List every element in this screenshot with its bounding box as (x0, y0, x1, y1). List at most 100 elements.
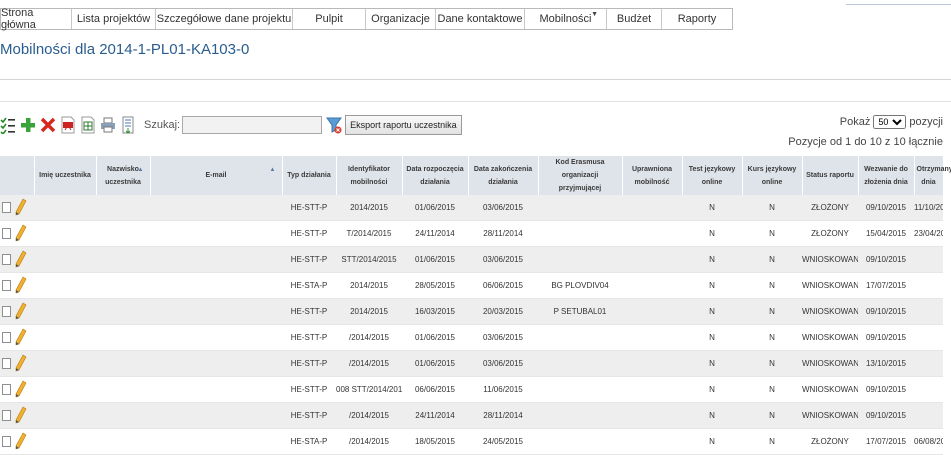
excel-export-icon[interactable] (80, 116, 96, 134)
cell-end: 20/03/2015 (468, 298, 538, 325)
cell-received (914, 298, 943, 325)
row-checkbox[interactable] (2, 254, 11, 265)
nav-budget[interactable]: Budżet (607, 9, 662, 29)
table-row[interactable]: HE-STT-P 2014/2015 01/06/2015 03/06/2015 N N Z… (0, 195, 943, 221)
table-row[interactable]: HE-STT-P 008 STT/2014/2015 06/06/2015 11/06… (0, 376, 943, 403)
cell-first-name-redacted (34, 272, 96, 299)
cell-last-name-redacted (96, 376, 150, 403)
column-header-activity-type[interactable]: Typ działania (282, 156, 337, 195)
nav-dashboard[interactable]: Pulpit (293, 9, 366, 29)
cell-code (538, 195, 622, 221)
cell-course: N (742, 246, 802, 273)
cell-email-redacted (150, 220, 282, 247)
row-actions (0, 272, 34, 299)
pencil-icon[interactable] (15, 432, 27, 452)
row-checkbox[interactable] (2, 410, 11, 421)
cell-code (538, 220, 622, 247)
pencil-icon[interactable] (15, 198, 27, 218)
cell-start: 06/06/2015 (402, 376, 468, 403)
row-checkbox[interactable] (2, 280, 11, 291)
pencil-icon[interactable] (15, 276, 27, 296)
row-actions (0, 195, 34, 221)
column-header-first-name[interactable]: Imię uczestnika (34, 156, 97, 195)
nav-organizations[interactable]: Organizacje (366, 9, 436, 29)
nav-mobilities[interactable]: Mobilności ▼ (525, 9, 607, 29)
cell-start: 16/03/2015 (402, 298, 468, 325)
column-header-actions (0, 156, 35, 195)
column-header-start-date[interactable]: Data rozpoczęcia działania (402, 156, 469, 195)
table-row[interactable]: HE-STT-P/2014/2015 01/06/2015 03/06/2015 N N… (0, 324, 943, 351)
row-checkbox[interactable] (2, 358, 11, 369)
row-actions-group (0, 432, 34, 452)
pencil-icon[interactable] (15, 328, 27, 348)
cell-called: 09/10/2015 (858, 195, 914, 221)
column-header-received-date[interactable]: Otrzymany dnia (914, 156, 951, 195)
row-checkbox[interactable] (2, 306, 11, 317)
nav-contacts[interactable]: Dane kontaktowe (436, 9, 525, 29)
nav-project-list[interactable]: Lista projektów (72, 9, 156, 29)
cell-first-name-redacted (34, 195, 96, 221)
cell-eligible (622, 402, 682, 429)
cell-code (538, 324, 622, 351)
cell-status: WNIOSKOWANY (802, 376, 858, 403)
add-icon[interactable] (20, 116, 36, 134)
table-row[interactable]: HE-STT-P STT/2014/2015 01/06/2015 03/06/201… (0, 246, 943, 273)
nav-reports[interactable]: Raporty (662, 9, 732, 29)
column-chooser-icon[interactable] (0, 116, 16, 136)
column-header-end-date[interactable]: Data zakończenia działania (468, 156, 539, 195)
row-actions (0, 246, 34, 273)
cell-email-redacted (150, 350, 282, 377)
row-actions-group (0, 198, 34, 218)
pencil-icon[interactable] (15, 380, 27, 400)
column-header-called-date[interactable]: Wezwanie do złożenia dnia (858, 156, 915, 195)
cell-id: 2014/2015 (336, 272, 402, 299)
table-row[interactable]: HE-STA-P 2014/2015 28/05/2015 06/06/2015 BG … (0, 272, 943, 299)
cell-start: 01/06/2015 (402, 195, 468, 221)
column-header-last-name[interactable]: Nazwisko uczestnika ▲ (96, 156, 151, 195)
delete-icon[interactable] (40, 116, 56, 134)
page-size-select[interactable]: 50 (873, 115, 907, 129)
pencil-icon[interactable] (15, 224, 27, 244)
row-actions (0, 376, 34, 403)
paging-summary: Pozycje od 1 do 10 z 10 łącznie (788, 136, 943, 148)
table-row[interactable]: HE-STT-P/2014/2015 24/11/2014 28/11/2014 N N… (0, 402, 943, 429)
pencil-icon[interactable] (15, 406, 27, 426)
cell-test: N (682, 220, 742, 247)
table-row[interactable]: HE-STT-P/2014/2015 01/06/2015 03/06/2015 N N… (0, 350, 943, 377)
cell-status: WNIOSKOWANY (802, 350, 858, 377)
column-header-eligible-mobility[interactable]: Uprawniona mobilność (622, 156, 683, 195)
search-input[interactable] (182, 116, 323, 134)
column-header-email[interactable]: E-mail ▲ (150, 156, 283, 195)
import-icon[interactable] (120, 116, 136, 134)
cell-test: N (682, 195, 742, 221)
row-checkbox[interactable] (2, 436, 11, 447)
filter-clear-icon[interactable] (326, 116, 343, 134)
column-header-erasmus-code[interactable]: Kod Erasmusa organizacji przyjmującej (538, 156, 623, 195)
nav-home[interactable]: Strona główna (1, 7, 72, 31)
print-icon[interactable] (100, 116, 116, 134)
cell-type: HE-STT-P (282, 324, 336, 351)
row-checkbox[interactable] (2, 384, 11, 395)
row-checkbox[interactable] (2, 228, 11, 239)
table-row[interactable]: HE-STT-P T/2014/2015 24/11/2014 28/11/2014 N… (0, 220, 943, 247)
cell-course: N (742, 402, 802, 429)
pdf-export-icon[interactable] (60, 116, 76, 134)
cell-status: ZŁOŻONY (802, 220, 858, 247)
row-checkbox[interactable] (2, 202, 11, 213)
nav-project-details[interactable]: Szczegółowe dane projektu (156, 9, 293, 29)
pencil-icon[interactable] (15, 250, 27, 270)
column-header-report-status[interactable]: Status raportu (802, 156, 859, 195)
cell-first-name-redacted (34, 324, 96, 351)
column-header-language-course[interactable]: Kurs językowy online (742, 156, 803, 195)
pencil-icon[interactable] (15, 354, 27, 374)
column-header-mobility-id[interactable]: Identyfikator mobilności (336, 156, 403, 195)
row-checkbox[interactable] (2, 332, 11, 343)
cell-course: N (742, 195, 802, 221)
cell-end: 11/06/2015 (468, 376, 538, 403)
cell-course: N (742, 324, 802, 351)
cell-type: HE-STT-P (282, 298, 336, 325)
export-participant-report-button[interactable]: Eksport raportu uczestnika (345, 115, 462, 135)
column-header-language-test[interactable]: Test językowy online (682, 156, 743, 195)
pencil-icon[interactable] (15, 302, 27, 322)
table-row[interactable]: HE-STT-P 2014/2015 16/03/2015 20/03/2015 P S… (0, 298, 943, 325)
